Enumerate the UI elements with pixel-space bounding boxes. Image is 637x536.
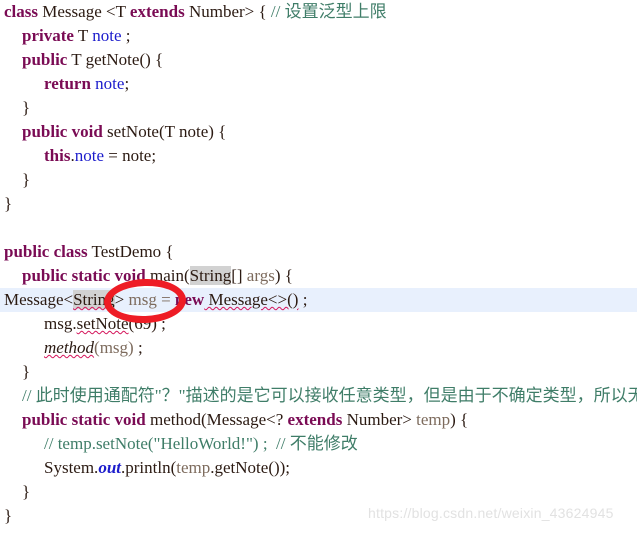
semicolon: ;: [124, 74, 130, 93]
code-line-13-current: Message<String> msg = new Message<>() ;: [0, 288, 637, 312]
keyword-public: public: [22, 50, 68, 69]
code-screenshot: class Message <T extends Number> { // 设置…: [0, 0, 637, 536]
class-system: System.: [44, 458, 99, 477]
close-brace-class: }: [4, 194, 13, 213]
code-editor-content[interactable]: class Message <T extends Number> { // 设置…: [0, 0, 637, 536]
field-note: note: [92, 26, 122, 45]
generic-param-close: Number> {: [184, 2, 271, 21]
method-signature-method: method(Message<?: [145, 410, 288, 429]
class-name: Message: [42, 2, 102, 21]
code-line-7: this.note = note;: [0, 144, 637, 168]
code-line-19: // temp.setNote("HelloWorld!") ; // 不能修改: [0, 432, 637, 456]
code-line-10-blank: [0, 216, 637, 240]
method-signature-setnote: setNote(T note) {: [102, 122, 227, 141]
method-println: .println(: [121, 458, 177, 477]
semicolon: ;: [298, 290, 308, 309]
method-name-main: main(: [145, 266, 190, 285]
method-signature-getnote: T getNote() {: [67, 50, 164, 69]
selected-token-string-circled[interactable]: String: [73, 290, 115, 309]
generic-close-bracket: >: [114, 290, 125, 309]
code-line-14: msg.setNote(69) ;: [0, 312, 637, 336]
close-brace-main: }: [22, 362, 31, 381]
code-line-20: System.out.println(temp.getNote());: [0, 456, 637, 480]
code-line-2: private T note ;: [0, 24, 637, 48]
keyword-extends: extends: [287, 410, 343, 429]
selected-token-string[interactable]: String: [189, 266, 232, 285]
code-line-6: public void setNote(T note) {: [0, 120, 637, 144]
keyword-public-void: public void: [22, 122, 103, 141]
assignment-expression: = note;: [104, 146, 157, 165]
constructor-message-diamond: Message<>(): [204, 290, 299, 309]
code-line-9: }: [0, 192, 637, 216]
code-line-16: }: [0, 360, 637, 384]
keyword-private: private: [22, 26, 74, 45]
keyword-new: new: [174, 290, 205, 309]
keyword-class: class: [4, 2, 38, 21]
generic-param-open: <T: [105, 2, 130, 21]
keyword-extends: extends: [129, 2, 185, 21]
comment-set-upper-bound: // 设置泛型上限: [270, 2, 387, 21]
comment-cannot-modify: // temp.setNote("HelloWorld!") ; // 不能修改: [44, 434, 358, 453]
keyword-public-static-void: public static void: [22, 266, 146, 285]
call-arguments-msg: (msg): [94, 338, 134, 357]
array-brackets: []: [231, 266, 247, 285]
open-brace: ) {: [274, 266, 293, 285]
variable-msg-assignment: msg =: [124, 290, 175, 309]
type-t: T: [73, 26, 93, 45]
method-call-getnote: .getNote());: [210, 458, 291, 477]
field-ref-note: note: [90, 74, 125, 93]
code-line-12: public static void main(String[] args) {: [0, 264, 637, 288]
watermark-url: https://blog.csdn.net/weixin_43624945: [368, 505, 614, 521]
class-name-testdemo: TestDemo {: [87, 242, 174, 261]
code-line-3: public T getNote() {: [0, 48, 637, 72]
field-note: note: [74, 146, 104, 165]
generic-open-bracket: <: [63, 290, 74, 309]
code-line-17: // 此时使用通配符"？"描述的是它可以接收任意类型，但是由于不确定类型，所以无…: [0, 384, 637, 408]
close-brace-method: }: [22, 482, 31, 501]
code-line-4: return note;: [0, 72, 637, 96]
comment-wildcard-explanation: // 此时使用通配符"？"描述的是它可以接收任意类型，但是由于不确定类型，所以无…: [22, 386, 637, 405]
code-line-15: method(msg) ;: [0, 336, 637, 360]
code-line-18: public static void method(Message<? exte…: [0, 408, 637, 432]
parameter-temp: temp: [416, 410, 451, 429]
open-brace: ) {: [450, 410, 469, 429]
code-line-5: }: [0, 96, 637, 120]
semicolon: ;: [121, 26, 131, 45]
close-brace: }: [22, 98, 31, 117]
call-arguments-69: (69): [128, 314, 157, 333]
code-line-8: }: [0, 168, 637, 192]
keyword-this: this: [44, 146, 71, 165]
keyword-public-static-void: public static void: [22, 410, 146, 429]
parameter-args: args: [246, 266, 275, 285]
method-call-setnote: setNote: [76, 314, 129, 333]
close-brace-class-testdemo: }: [4, 506, 13, 525]
bound-type-number: Number>: [342, 410, 417, 429]
code-line-21: }: [0, 480, 637, 504]
keyword-public-class: public class: [4, 242, 88, 261]
keyword-return: return: [44, 74, 91, 93]
semicolon: ;: [133, 338, 143, 357]
semicolon: ;: [156, 314, 166, 333]
code-line-1: class Message <T extends Number> { // 设置…: [0, 0, 637, 24]
code-line-11: public class TestDemo {: [0, 240, 637, 264]
type-message: Message: [4, 290, 64, 309]
object-msg: msg.: [44, 314, 77, 333]
field-out: out: [98, 458, 121, 477]
close-brace: }: [22, 170, 31, 189]
method-call-method: method: [44, 338, 95, 357]
parameter-ref-temp: temp: [176, 458, 211, 477]
